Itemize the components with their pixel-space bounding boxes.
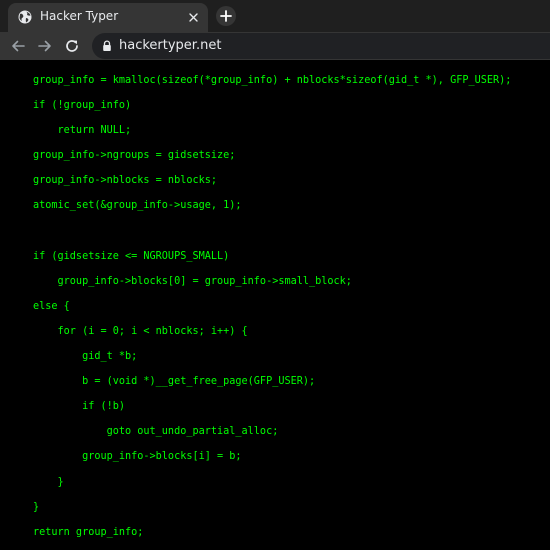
code-line: atomic_set(&group_info->usage, 1); [33, 200, 242, 212]
code-line: goto out_undo_partial_alloc; [33, 426, 279, 438]
code-line: group_info = kmalloc(sizeof(*group_info)… [33, 75, 512, 86]
code-line: return NULL; [33, 125, 132, 137]
code-block: group_info = kmalloc(sizeof(*group_info)… [33, 68, 511, 545]
address-bar[interactable]: hackertyper.net [92, 33, 550, 59]
code-line: if (!b) [33, 401, 126, 413]
reload-icon[interactable] [64, 38, 80, 54]
globe-icon [18, 10, 32, 24]
code-line: } [33, 501, 40, 513]
new-tab-button[interactable] [216, 6, 236, 26]
code-line: gid_t *b; [33, 351, 138, 363]
code-line: for (i = 0; i < nblocks; i++) { [33, 325, 248, 337]
url-text[interactable]: hackertyper.net [119, 38, 221, 53]
code-line: group_info->blocks[0] = group_info->smal… [33, 275, 352, 287]
close-icon[interactable] [187, 11, 200, 24]
code-line: if (gidsetsize <= NGROUPS_SMALL) [33, 250, 230, 262]
lock-icon[interactable] [101, 40, 113, 52]
code-line: } [33, 476, 64, 488]
browser-tab[interactable]: Hacker Typer [8, 3, 208, 32]
code-line: group_info->blocks[i] = b; [33, 451, 242, 463]
code-line: return group_info; [33, 526, 144, 538]
tab-strip: Hacker Typer [0, 0, 550, 32]
page-content: group_info = kmalloc(sizeof(*group_info)… [0, 60, 550, 550]
browser-toolbar: hackertyper.net [0, 32, 550, 60]
code-line: group_info->ngroups = gidsetsize; [33, 150, 236, 162]
arrow-left-icon[interactable] [10, 38, 26, 54]
tab-title: Hacker Typer [40, 9, 119, 23]
code-line: if (!group_info) [33, 100, 132, 112]
code-line: b = (void *)__get_free_page(GFP_USER); [33, 376, 316, 388]
code-line: group_info->nblocks = nblocks; [33, 175, 218, 187]
plus-icon [220, 10, 232, 22]
code-line: else { [33, 300, 70, 312]
arrow-right-icon[interactable] [37, 38, 53, 54]
